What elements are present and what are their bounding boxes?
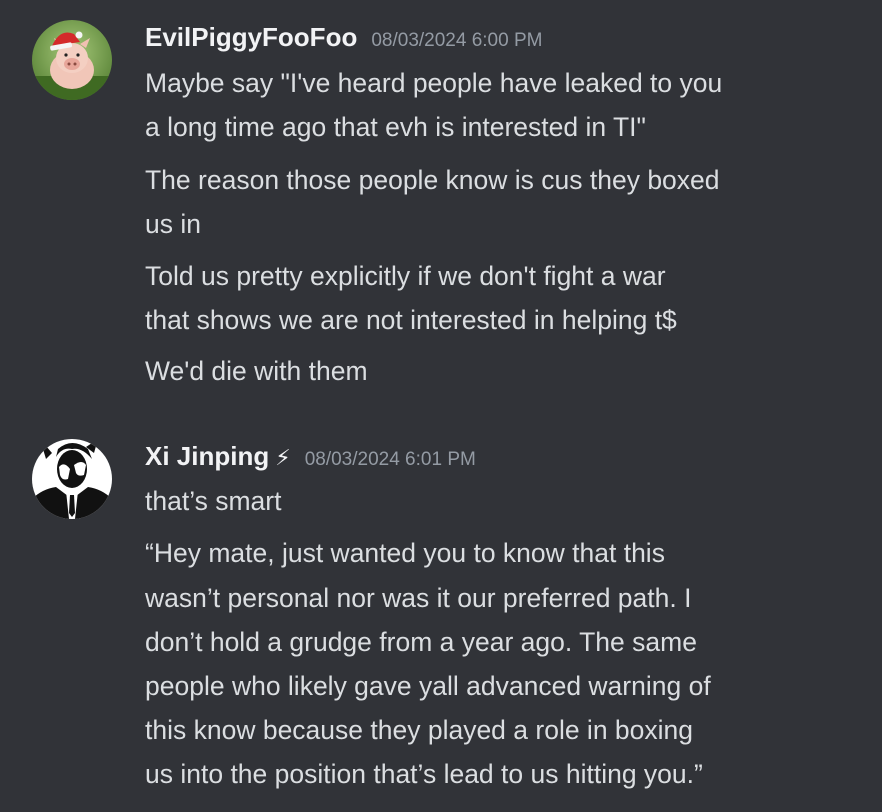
- message-text: us into the position that’s lead to us h…: [145, 759, 703, 789]
- message-text: people who likely gave yall advanced war…: [145, 671, 711, 701]
- avatar[interactable]: [32, 20, 112, 100]
- message-text: Maybe say "I've heard people have leaked…: [145, 68, 723, 98]
- message-text: “Hey mate, just wanted you to know that …: [145, 538, 665, 568]
- message-text: Told us pretty explicitly if we don't fi…: [145, 261, 666, 291]
- message-header: Xi Jinping ⚡ 08/03/2024 6:01 PM: [145, 441, 476, 475]
- message-text: us in: [145, 209, 201, 239]
- message-text: a long time ago that evh is interested i…: [145, 112, 646, 142]
- username[interactable]: Xi Jinping: [145, 441, 269, 472]
- message-text: The reason those people know is cus they…: [145, 165, 720, 195]
- message-text: that’s smart: [145, 486, 282, 516]
- avatar[interactable]: [32, 439, 112, 519]
- message-header: EvilPiggyFooFoo 08/03/2024 6:00 PM: [145, 22, 542, 56]
- username[interactable]: EvilPiggyFooFoo: [145, 22, 357, 53]
- message-text: that shows we are not interested in help…: [145, 305, 677, 335]
- message-text: wasn’t personal nor was it our preferred…: [145, 583, 692, 613]
- timestamp[interactable]: 08/03/2024 6:01 PM: [305, 449, 476, 471]
- timestamp[interactable]: 08/03/2024 6:00 PM: [371, 30, 542, 52]
- message-text: We'd die with them: [145, 356, 368, 386]
- suit-figure-avatar-icon: [32, 439, 112, 519]
- lightning-bolt-icon: ⚡: [275, 445, 291, 470]
- message-text: don’t hold a grudge from a year ago. The…: [145, 627, 697, 657]
- message-text: this know because they played a role in …: [145, 715, 694, 745]
- pig-avatar-icon: [32, 20, 112, 100]
